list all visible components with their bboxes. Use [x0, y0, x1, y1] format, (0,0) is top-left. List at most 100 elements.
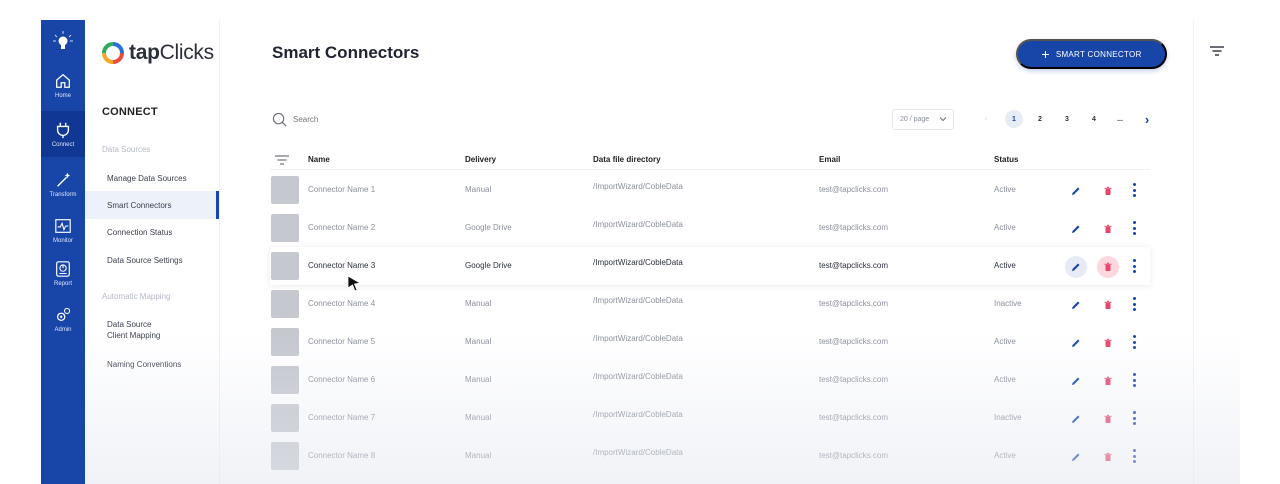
- trash-icon: [1104, 376, 1112, 385]
- delivery-cell: Manual: [465, 299, 492, 308]
- next-page-button[interactable]: ›: [1141, 110, 1153, 128]
- rail-item-connect[interactable]: Connect: [41, 111, 85, 157]
- status-cell: Active: [994, 375, 1016, 384]
- data-file-directory-cell: /ImportWizard/CobleData: [593, 372, 683, 381]
- secondary-sidebar: tapClicks CONNECT Data Sources Manage Da…: [85, 20, 220, 484]
- col-email[interactable]: Email: [819, 155, 840, 164]
- page-1-button[interactable]: 1: [1005, 110, 1023, 128]
- page-3-button[interactable]: 3: [1062, 110, 1072, 128]
- add-smart-connector-button[interactable]: + SMART CONNECTOR: [1016, 39, 1167, 69]
- email-cell: test@tapclicks.com: [819, 337, 889, 346]
- edit-button[interactable]: [1065, 332, 1087, 354]
- delete-button[interactable]: [1097, 180, 1119, 202]
- rail-label-transform: Transform: [49, 191, 77, 198]
- more-options-icon[interactable]: [1131, 182, 1137, 198]
- main-content: Smart Connectors + SMART CONNECTOR 20 / …: [220, 20, 1193, 484]
- page-size-select[interactable]: 20 / page: [892, 109, 954, 130]
- more-options-icon[interactable]: [1131, 410, 1137, 426]
- table-header: Name Delivery Data file directory Email …: [270, 148, 1150, 170]
- edit-button[interactable]: [1065, 370, 1087, 392]
- table-row[interactable]: Connector Name 2 Google Drive/ImportWizar…: [270, 209, 1150, 247]
- col-data-file-directory[interactable]: Data file directory: [593, 155, 661, 164]
- more-options-icon[interactable]: [1131, 448, 1137, 464]
- rail-item-home[interactable]: Home: [41, 62, 85, 108]
- table-row[interactable]: Connector Name 3 Google Drive/ImportWizar…: [270, 247, 1150, 285]
- edit-button[interactable]: [1065, 256, 1087, 278]
- trash-icon: [1104, 262, 1112, 271]
- page-2-button[interactable]: 2: [1035, 110, 1045, 128]
- table-row[interactable]: Connector Name 8 Manual/ImportWizard/Cobl…: [270, 437, 1150, 475]
- status-cell: Active: [994, 337, 1016, 346]
- rail-item-transform[interactable]: Transform: [41, 161, 85, 207]
- status-cell: Inactive: [994, 413, 1022, 422]
- table-row[interactable]: Connector Name 7 Manual/ImportWizard/Cobl…: [270, 399, 1150, 437]
- edit-button[interactable]: [1065, 294, 1087, 316]
- search-input[interactable]: [293, 115, 413, 124]
- more-options-icon[interactable]: [1131, 258, 1137, 274]
- delete-button[interactable]: [1097, 408, 1119, 430]
- data-file-directory-cell: /ImportWizard/CobleData: [593, 182, 683, 191]
- edit-button[interactable]: [1065, 218, 1087, 240]
- right-panel-divider: [1193, 20, 1194, 484]
- delete-button[interactable]: [1097, 256, 1119, 278]
- delete-button[interactable]: [1097, 218, 1119, 240]
- table-row[interactable]: Connector Name 1 Manual/ImportWizard/Cobl…: [270, 171, 1150, 209]
- connector-name-cell: Connector Name 6: [308, 375, 376, 384]
- sidebar-category-data-sources: Data Sources: [102, 145, 151, 154]
- delete-button[interactable]: [1097, 332, 1119, 354]
- prev-page-button[interactable]: ‹: [980, 110, 992, 128]
- sidebar-item-data-source-settings[interactable]: Data Source Settings: [85, 246, 219, 274]
- page-4-button[interactable]: 4: [1089, 110, 1099, 128]
- delivery-cell: Manual: [465, 451, 492, 460]
- col-delivery[interactable]: Delivery: [465, 155, 496, 164]
- delete-button[interactable]: [1097, 294, 1119, 316]
- table-row[interactable]: Connector Name 4 Manual/ImportWizard/Cobl…: [270, 285, 1150, 323]
- sidebar-item-smart-connectors[interactable]: Smart Connectors: [85, 191, 219, 219]
- more-options-icon[interactable]: [1131, 296, 1137, 312]
- sidebar-item-client-mapping[interactable]: Data Source Client Mapping: [85, 315, 219, 349]
- trash-icon: [1104, 300, 1112, 309]
- more-options-icon[interactable]: [1131, 372, 1137, 388]
- page-ellipsis[interactable]: ...: [1114, 110, 1126, 128]
- connector-name-cell: Connector Name 1: [308, 185, 376, 194]
- edit-button[interactable]: [1065, 408, 1087, 430]
- sidebar-category-automatic-mapping: Automatic Mapping: [102, 292, 171, 301]
- edit-pencil-icon: [1072, 187, 1080, 195]
- rail-item-admin[interactable]: Admin: [41, 296, 85, 342]
- delivery-cell: Google Drive: [465, 261, 512, 270]
- delete-button[interactable]: [1097, 446, 1119, 468]
- rail-item-monitor[interactable]: Monitor: [41, 207, 85, 253]
- edit-button[interactable]: [1065, 446, 1087, 468]
- chevron-down-icon: [939, 117, 947, 122]
- rail-label-connect: Connect: [51, 141, 75, 148]
- filter-icon[interactable]: [1210, 46, 1224, 56]
- trash-icon: [1104, 338, 1112, 347]
- sidebar-item-naming-conventions[interactable]: Naming Conventions: [85, 350, 219, 378]
- status-cell: Active: [994, 451, 1016, 460]
- more-options-icon[interactable]: [1131, 334, 1137, 350]
- search-icon: [272, 112, 287, 127]
- rail-item-report[interactable]: Report: [41, 250, 85, 296]
- connector-thumbnail: [271, 290, 299, 318]
- delivery-cell: Manual: [465, 185, 492, 194]
- col-name[interactable]: Name: [308, 155, 330, 164]
- delete-button[interactable]: [1097, 370, 1119, 392]
- delivery-cell: Manual: [465, 375, 492, 384]
- table-row[interactable]: Connector Name 5 Manual/ImportWizard/Cobl…: [270, 323, 1150, 361]
- trash-icon: [1104, 414, 1112, 423]
- sidebar-item-connection-status[interactable]: Connection Status: [85, 218, 219, 246]
- col-status[interactable]: Status: [994, 155, 1018, 164]
- rail-label-admin: Admin: [54, 326, 72, 333]
- delivery-cell: Manual: [465, 413, 492, 422]
- trash-icon: [1104, 452, 1112, 461]
- home-icon: [56, 73, 70, 88]
- email-cell: test@tapclicks.com: [819, 185, 889, 194]
- edit-pencil-icon: [1072, 301, 1080, 309]
- search-bar[interactable]: [272, 112, 413, 127]
- status-cell: Active: [994, 223, 1016, 232]
- sidebar-item-manage-data-sources[interactable]: Manage Data Sources: [85, 164, 219, 192]
- more-options-icon[interactable]: [1131, 220, 1137, 236]
- table-row[interactable]: Connector Name 6 Manual/ImportWizard/Cobl…: [270, 361, 1150, 399]
- edit-button[interactable]: [1065, 180, 1087, 202]
- column-filter-icon[interactable]: [275, 155, 289, 165]
